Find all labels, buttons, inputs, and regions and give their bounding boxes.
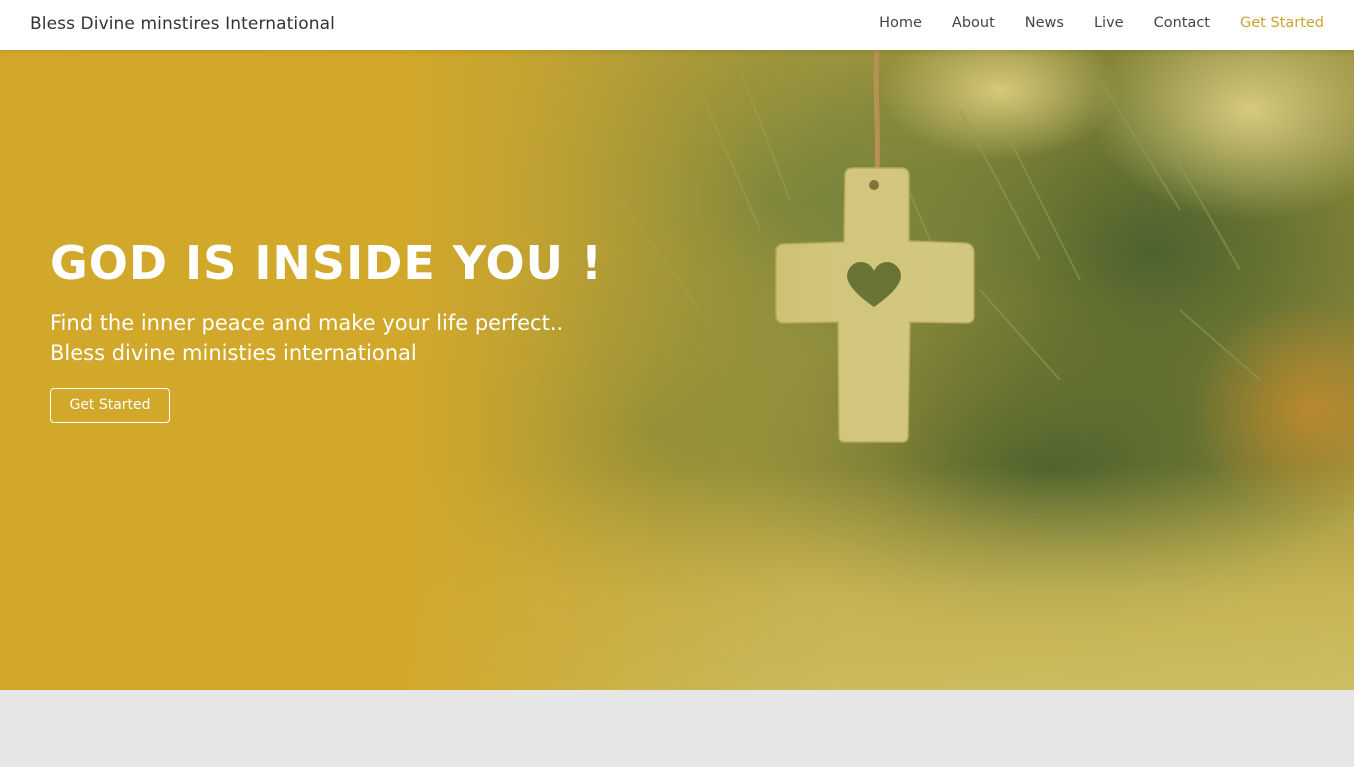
hero-get-started-button[interactable]: Get Started	[50, 388, 170, 423]
site-brand[interactable]: Bless Divine minstires International	[30, 14, 335, 34]
nav-live[interactable]: Live	[1094, 15, 1124, 31]
next-section	[0, 690, 1354, 767]
hero-subtitle-line-1: Find the inner peace and make your life …	[50, 311, 564, 335]
hero-background-image	[0, 50, 1354, 690]
hero-title: GOD IS INSIDE YOU !	[50, 236, 603, 290]
nav-contact[interactable]: Contact	[1154, 15, 1210, 31]
nav-get-started[interactable]: Get Started	[1240, 15, 1324, 31]
nav-about[interactable]: About	[952, 15, 995, 31]
main-nav: Home About News Live Contact Get Started	[879, 15, 1324, 31]
hero-section: GOD IS INSIDE YOU ! Find the inner peace…	[0, 50, 1354, 690]
hero-subtitle-line-2: Bless divine ministies international	[50, 341, 417, 365]
nav-news[interactable]: News	[1025, 15, 1064, 31]
top-navbar: Bless Divine minstires International Hom…	[0, 0, 1354, 50]
hero-subtitle: Find the inner peace and make your life …	[50, 308, 563, 368]
nav-home[interactable]: Home	[879, 15, 922, 31]
